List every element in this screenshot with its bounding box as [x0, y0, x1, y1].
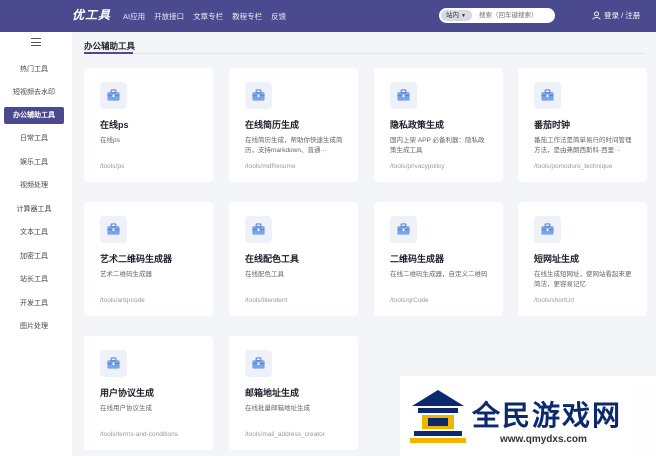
- nav-item-feedback[interactable]: 反馈: [271, 11, 286, 22]
- sidebar-item-daily[interactable]: 日常工具: [4, 130, 64, 147]
- card-path: /tools/mdResume: [245, 163, 296, 170]
- card-description: 在线配色工具: [245, 271, 284, 278]
- card-description: 在线简历生成，帮助你快速生成简历，支持markdown、普通···: [245, 137, 343, 154]
- search-input[interactable]: [479, 10, 551, 21]
- nav-item-tutorials[interactable]: 教程专栏: [232, 11, 262, 22]
- login-register-label: 登录 / 注册: [604, 11, 641, 20]
- toolbox-icon: [390, 216, 417, 243]
- site-logo[interactable]: 优工具: [72, 6, 111, 23]
- toolbox-icon: [534, 216, 561, 243]
- sidebar-item-entertainment[interactable]: 娱乐工具: [4, 154, 64, 171]
- tool-card[interactable]: 隐私政策生成 国内上架 APP 必备利器：隐私政策生成工具 /tools/pri…: [374, 68, 503, 182]
- sidebar-item-developer[interactable]: 开发工具: [4, 295, 64, 312]
- toolbox-icon: [390, 82, 417, 109]
- sidebar-item-popular[interactable]: 热门工具: [4, 61, 64, 78]
- card-title: 用户协议生成: [100, 388, 155, 398]
- search-box: 站内 ▼: [439, 8, 555, 23]
- main-nav: AI应用 开放接口 文章专栏 教程专栏 反馈: [123, 11, 286, 22]
- card-path: /tools/artqrcode: [100, 297, 145, 304]
- card-description: 番茄工作法是简单易行的时间管理方法，是由弗朗西斯科·西里···: [534, 137, 632, 154]
- watermark-name: 全民游戏网: [472, 399, 623, 432]
- section-title: 办公辅助工具: [84, 41, 136, 51]
- toolbox-icon: [534, 82, 561, 109]
- temple-logo-icon: [410, 390, 466, 443]
- section-divider: [84, 52, 646, 54]
- card-title: 隐私政策生成: [390, 120, 445, 130]
- card-description: 国内上架 APP 必备利器：隐私政策生成工具: [390, 137, 485, 154]
- card-path: /tools/pomodoro_technique: [534, 163, 613, 170]
- nav-item-open-api[interactable]: 开放接口: [154, 11, 184, 22]
- top-navbar: 优工具 AI应用 开放接口 文章专栏 教程专栏 反馈 站内▼ 登录 / 注册: [0, 0, 656, 32]
- card-path: /tools/shortUrl: [534, 297, 575, 304]
- nav-item-ai[interactable]: AI应用: [123, 11, 145, 22]
- toolbox-icon: [245, 350, 272, 377]
- toolbox-icon: [100, 350, 127, 377]
- search-scope-label: 站内: [446, 12, 459, 19]
- card-title: 在线ps: [100, 120, 129, 130]
- card-title: 番茄时钟: [534, 120, 571, 130]
- card-description: 在线二维码生成器，自定义二维码: [390, 271, 488, 278]
- menu-collapse-icon[interactable]: [31, 38, 41, 48]
- card-title: 二维码生成器: [390, 254, 445, 264]
- toolbox-icon: [245, 82, 272, 109]
- sidebar-item-calculator[interactable]: 计算器工具: [4, 201, 64, 218]
- card-description: 在线生成短网址，使网站看起来更简洁，更容易记忆: [534, 271, 632, 288]
- tool-card[interactable]: 在线ps 在线ps /tools/ps: [84, 68, 213, 182]
- card-description: 在线批量邮箱地址生成: [245, 405, 310, 412]
- card-title: 邮箱地址生成: [245, 388, 300, 398]
- sidebar: 热门工具 短视频去水印 办公辅助工具 日常工具 娱乐工具 视频处理 计算器工具 …: [0, 32, 72, 456]
- toolbox-icon: [100, 216, 127, 243]
- card-path: /tools/ps: [100, 163, 125, 170]
- watermark: 全民游戏网 www.qmydxs.com: [400, 376, 656, 456]
- sidebar-item-video[interactable]: 视频处理: [4, 177, 64, 194]
- card-title: 在线简历生成: [245, 120, 300, 130]
- card-path: /tools/qrCode: [390, 297, 429, 304]
- search-scope-select[interactable]: 站内 ▼: [441, 10, 472, 21]
- sidebar-item-webmaster[interactable]: 站长工具: [4, 271, 64, 288]
- sidebar-item-video-watermark[interactable]: 短视频去水印: [4, 84, 64, 101]
- sidebar-item-image[interactable]: 图片处理: [4, 318, 64, 335]
- tool-card[interactable]: 在线配色工具 在线配色工具 /tools/blendent: [229, 202, 358, 316]
- toolbox-icon: [100, 82, 127, 109]
- sidebar-item-office[interactable]: 办公辅助工具: [4, 107, 64, 124]
- tool-card[interactable]: 艺术二维码生成器 艺术二维码生成器 /tools/artqrcode: [84, 202, 213, 316]
- login-register-link[interactable]: 登录 / 注册: [592, 10, 640, 21]
- toolbox-icon: [245, 216, 272, 243]
- tool-card[interactable]: 在线简历生成 在线简历生成，帮助你快速生成简历，支持markdown、普通···…: [229, 68, 358, 182]
- card-title: 在线配色工具: [245, 254, 300, 264]
- card-title: 短网址生成: [534, 254, 580, 264]
- chevron-down-icon: ▼: [461, 13, 466, 19]
- card-description: 在线用户协议生成: [100, 405, 152, 412]
- card-title: 艺术二维码生成器: [100, 254, 173, 264]
- tool-card[interactable]: 用户协议生成 在线用户协议生成 /tools/terms-and-conditi…: [84, 336, 213, 450]
- card-description: 艺术二维码生成器: [100, 271, 152, 278]
- nav-item-articles[interactable]: 文章专栏: [193, 11, 223, 22]
- card-description: 在线ps: [100, 137, 120, 144]
- card-path: /tools/mail_address_creator: [245, 431, 325, 438]
- tool-card[interactable]: 二维码生成器 在线二维码生成器，自定义二维码 /tools/qrCode: [374, 202, 503, 316]
- card-path: /tools/privacypolicy: [390, 163, 445, 170]
- watermark-url: www.qmydxs.com: [500, 434, 587, 445]
- tool-card[interactable]: 短网址生成 在线生成短网址，使网站看起来更简洁，更容易记忆 /tools/sho…: [518, 202, 647, 316]
- user-icon: [592, 11, 601, 20]
- sidebar-item-encryption[interactable]: 加密工具: [4, 248, 64, 265]
- card-path: /tools/blendent: [245, 297, 288, 304]
- tool-card[interactable]: 邮箱地址生成 在线批量邮箱地址生成 /tools/mail_address_cr…: [229, 336, 358, 450]
- card-path: /tools/terms-and-conditions: [100, 431, 179, 438]
- tool-card[interactable]: 番茄时钟 番茄工作法是简单易行的时间管理方法，是由弗朗西斯科·西里··· /to…: [518, 68, 647, 182]
- sidebar-item-text[interactable]: 文本工具: [4, 224, 64, 241]
